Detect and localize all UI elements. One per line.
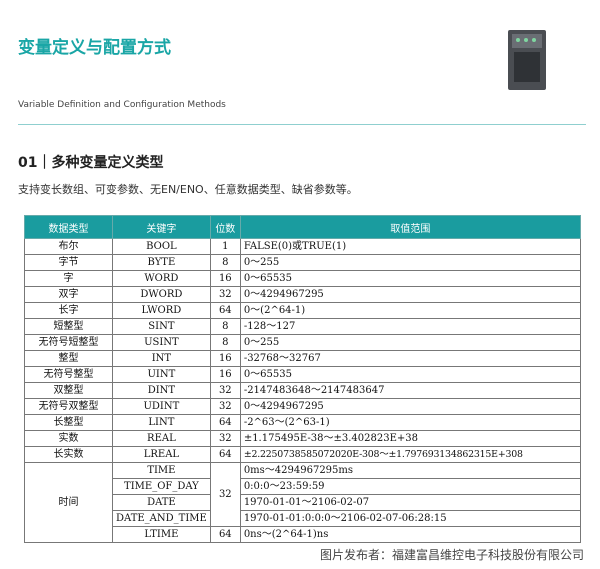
cell-range: 1970-01-01:0:0:0～2106-02-07-06:28:15	[239, 510, 582, 527]
cell-type: 短整型	[24, 318, 113, 335]
cell-type: 无符号短整型	[24, 334, 113, 351]
cell-type: 长实数	[24, 446, 113, 463]
cell-bits: 64	[209, 414, 241, 431]
cell-range: -128～127	[239, 318, 582, 335]
image-credit: 图片发布者：福建富昌维控电子科技股份有限公司	[319, 548, 584, 562]
table-row: 整型 INT 16 -32768～32767	[24, 350, 582, 367]
cell-type: 整型	[24, 350, 113, 367]
cell-range: 0～65535	[239, 270, 582, 287]
cell-keyword: TIME	[112, 462, 211, 479]
cell-type: 双字	[24, 286, 113, 303]
cell-type-time: 时间	[24, 462, 113, 543]
data-type-table: 数据类型 关键字 位数 取值范围 布尔 BOOL 1 FALSE(0)或TRUE(1)…	[24, 215, 582, 543]
table-row: 实数 REAL 32 ±1.175495E-38～±3.402823E+38	[24, 430, 582, 447]
cell-range: 0～4294967295	[239, 398, 582, 415]
cell-keyword: BOOL	[112, 238, 211, 255]
section-description: 支持变长数组、可变参数、无EN/ENO、任意数据类型、缺省参数等。	[18, 183, 358, 196]
cell-range: -32768～32767	[239, 350, 582, 367]
cell-bits: 16	[209, 270, 241, 287]
cell-range: FALSE(0)或TRUE(1)	[239, 238, 582, 255]
cell-keyword: DINT	[112, 382, 211, 399]
column-header-keyword: 关键字	[112, 215, 211, 239]
cell-keyword: DWORD	[112, 286, 211, 303]
cell-range: 0:0:0～23:59:59	[239, 478, 582, 495]
cell-range: 0～(2^64-1)	[239, 302, 582, 319]
cell-type: 实数	[24, 430, 113, 447]
cell-keyword: DATE	[112, 494, 211, 511]
cell-bits: 1	[209, 238, 241, 255]
cell-range: 0～255	[239, 334, 582, 351]
cell-bits: 64	[209, 446, 241, 463]
cell-bits: 8	[209, 318, 241, 335]
cell-range: 0～255	[239, 254, 582, 271]
table-row: 字 WORD 16 0～65535	[24, 270, 582, 287]
cell-type: 长字	[24, 302, 113, 319]
table-row: 双整型 DINT 32 -2147483648～2147483647	[24, 382, 582, 399]
cell-bits: 32	[209, 286, 241, 303]
cell-bits: 32	[209, 382, 241, 399]
cell-keyword: SINT	[112, 318, 211, 335]
table-header-row: 数据类型 关键字 位数 取值范围	[24, 215, 582, 239]
table-row: 长实数 LREAL 64 ±2.2250738585072020E-308～±1.79…	[24, 446, 582, 463]
cell-type: 无符号双整型	[24, 398, 113, 415]
cell-range: ±1.175495E-38～±3.402823E+38	[239, 430, 582, 447]
cell-bits: 16	[209, 366, 241, 383]
cell-range: ±2.2250738585072020E-308～±1.797693134862…	[239, 446, 582, 463]
page-subtitle: Variable Definition and Configuration Me…	[18, 100, 226, 110]
cell-bits: 64	[209, 302, 241, 319]
cell-keyword: UDINT	[112, 398, 211, 415]
cell-range: -2^63～(2^63-1)	[239, 414, 582, 431]
page-title: 变量定义与配置方式	[18, 38, 171, 58]
cell-keyword: WORD	[112, 270, 211, 287]
cell-keyword: LREAL	[112, 446, 211, 463]
cell-range: -2147483648～2147483647	[239, 382, 582, 399]
cell-range: 0～65535	[239, 366, 582, 383]
cell-type: 字	[24, 270, 113, 287]
cell-type: 双整型	[24, 382, 113, 399]
table-row: 时间 TIME 32 0ms～4294967295ms	[24, 462, 582, 543]
cell-keyword: INT	[112, 350, 211, 367]
controller-device-image	[508, 30, 546, 90]
cell-type: 长整型	[24, 414, 113, 431]
cell-type: 无符号整型	[24, 366, 113, 383]
cell-bits: 32	[209, 398, 241, 415]
cell-type: 布尔	[24, 238, 113, 255]
table-row: 长字 LWORD 64 0～(2^64-1)	[24, 302, 582, 319]
cell-keyword: REAL	[112, 430, 211, 447]
table-row: 字节 BYTE 8 0～255	[24, 254, 582, 271]
table-row: 无符号双整型 UDINT 32 0～4294967295	[24, 398, 582, 415]
table-row: 无符号整型 UINT 16 0～65535	[24, 366, 582, 383]
cell-keyword: UINT	[112, 366, 211, 383]
cell-keyword: LTIME	[112, 526, 211, 543]
cell-range: 0ns～(2^64-1)ns	[239, 526, 582, 543]
cell-keyword: DATE_AND_TIME	[112, 510, 211, 527]
cell-keyword: BYTE	[112, 254, 211, 271]
cell-bits-shared: 32	[209, 462, 241, 527]
cell-keyword: USINT	[112, 334, 211, 351]
table-row: 长整型 LINT 64 -2^63～(2^63-1)	[24, 414, 582, 431]
cell-bits: 8	[209, 254, 241, 271]
cell-range: 0～4294967295	[239, 286, 582, 303]
cell-keyword: TIME_OF_DAY	[112, 478, 211, 495]
cell-type: 字节	[24, 254, 113, 271]
table-row: 无符号短整型 USINT 8 0～255	[24, 334, 582, 351]
cell-keyword: LINT	[112, 414, 211, 431]
divider	[18, 124, 586, 125]
table-row: 双字 DWORD 32 0～4294967295	[24, 286, 582, 303]
cell-bits: 32	[209, 430, 241, 447]
cell-bits: 8	[209, 334, 241, 351]
cell-range: 0ms～4294967295ms	[239, 462, 582, 479]
column-header-bits: 位数	[209, 215, 241, 239]
column-header-type: 数据类型	[24, 215, 113, 239]
cell-keyword: LWORD	[112, 302, 211, 319]
cell-bits: 64	[209, 526, 241, 543]
column-header-range: 取值范围	[239, 215, 582, 239]
cell-range: 1970-01-01～2106-02-07	[239, 494, 582, 511]
table-row: 布尔 BOOL 1 FALSE(0)或TRUE(1)	[24, 238, 582, 255]
section-title: 01｜多种变量定义类型	[18, 155, 164, 171]
table-row: 短整型 SINT 8 -128～127	[24, 318, 582, 335]
cell-bits: 16	[209, 350, 241, 367]
